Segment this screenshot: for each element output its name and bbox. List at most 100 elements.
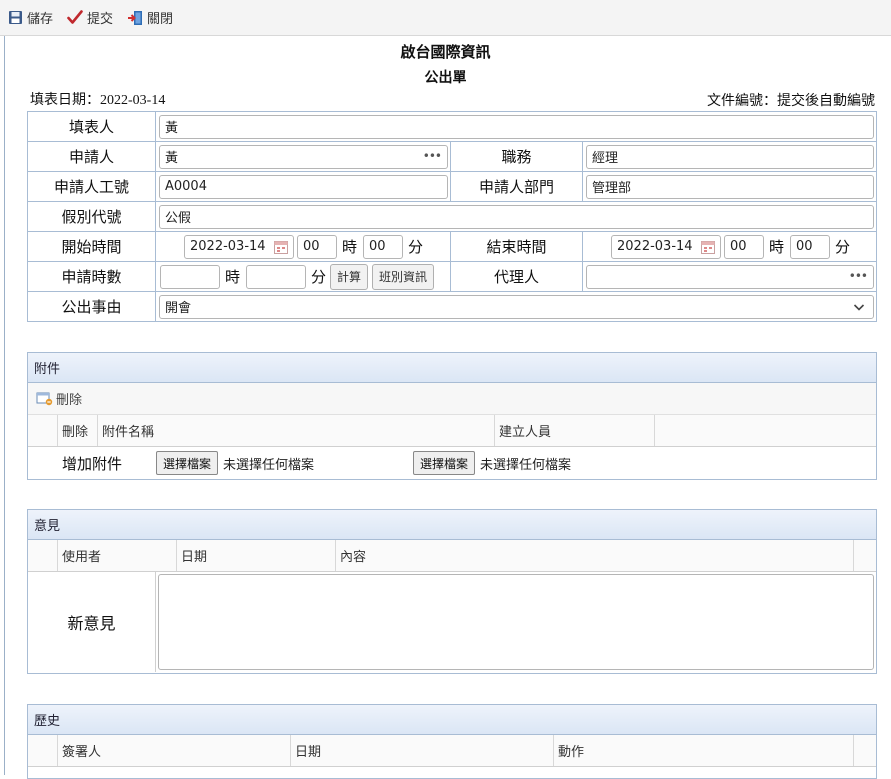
- add-attachment-label: 增加附件: [61, 454, 122, 473]
- column-header-filename: 附件名稱: [98, 415, 495, 446]
- save-button[interactable]: 儲存: [8, 8, 53, 27]
- row-selector-column: [28, 735, 58, 766]
- more-icon[interactable]: •••: [423, 149, 442, 163]
- minute-unit: 分: [408, 238, 424, 256]
- column-header-user: 使用者: [58, 540, 177, 571]
- calendar-icon[interactable]: [700, 239, 716, 255]
- chevron-down-icon: [853, 303, 865, 311]
- end-date-field[interactable]: 2022-03-14: [611, 234, 721, 259]
- reason-select[interactable]: 開會: [159, 294, 874, 319]
- position-label: 職務: [450, 141, 583, 172]
- delete-label: 刪除: [56, 393, 83, 408]
- filler-column: [854, 735, 876, 766]
- start-hour-field[interactable]: 00: [297, 234, 337, 259]
- dept-label: 申請人部門: [450, 171, 583, 202]
- new-opinion-label: 新意見: [28, 572, 156, 672]
- end-minute-value: 00: [796, 239, 813, 254]
- hour-unit: 時: [342, 238, 358, 256]
- end-hour-field[interactable]: 00: [724, 234, 764, 259]
- reason-label: 公出事由: [27, 291, 156, 322]
- column-header-creator: 建立人員: [495, 415, 655, 446]
- column-header-signer: 簽署人: [58, 735, 291, 766]
- minute-unit: 分: [835, 238, 851, 256]
- dept-field[interactable]: 管理部: [586, 174, 874, 199]
- column-header-action: 動作: [554, 735, 854, 766]
- calculate-button[interactable]: 計算: [330, 263, 369, 290]
- hours-label: 申請時數: [27, 261, 156, 292]
- opinions-grid-header: 使用者 日期 內容: [28, 540, 876, 572]
- delete-icon: [36, 392, 53, 406]
- filler-field[interactable]: 黃: [159, 114, 874, 139]
- start-date-field[interactable]: 2022-03-14: [184, 234, 294, 259]
- leave-code-label: 假別代號: [27, 201, 156, 232]
- emp-no-value: A0004: [165, 179, 207, 194]
- hour-unit: 時: [225, 268, 241, 286]
- applicant-field[interactable]: 黃 •••: [159, 144, 448, 169]
- close-button[interactable]: 關閉: [127, 8, 173, 27]
- attachments-title: 附件: [28, 353, 876, 383]
- leave-code-field[interactable]: 公假: [159, 204, 874, 229]
- start-hour-value: 00: [303, 239, 320, 254]
- exit-door-icon: [128, 10, 143, 25]
- column-header-date: 日期: [177, 540, 336, 571]
- row-selector-column: [28, 540, 58, 571]
- end-minute-field[interactable]: 00: [790, 234, 831, 259]
- history-grid-header: 簽署人 日期 動作: [28, 735, 876, 767]
- end-hour-value: 00: [730, 239, 747, 254]
- filler-label: 填表人: [27, 111, 156, 142]
- column-header-delete: 刪除: [58, 415, 98, 446]
- row-selector-column: [28, 415, 58, 446]
- filler-column: [655, 415, 876, 446]
- position-value: 經理: [592, 151, 619, 166]
- emp-no-label: 申請人工號: [27, 171, 156, 202]
- leave-code-value: 公假: [165, 211, 192, 226]
- filler-column: [854, 540, 876, 571]
- applicant-value: 黃: [165, 151, 179, 166]
- opinions-panel: 意見 使用者 日期 內容 新意見: [27, 509, 877, 674]
- choose-file-button[interactable]: 選擇檔案: [156, 451, 219, 475]
- form-title: 公出單: [424, 70, 467, 86]
- end-time-label: 結束時間: [450, 231, 583, 262]
- checkmark-icon: [67, 10, 83, 24]
- save-label: 儲存: [27, 12, 54, 27]
- agent-field[interactable]: •••: [586, 264, 874, 289]
- hour-unit: 時: [769, 238, 785, 256]
- left-divider: [4, 36, 5, 775]
- submit-button[interactable]: 提交: [67, 8, 113, 27]
- start-time-label: 開始時間: [27, 231, 156, 262]
- column-header-date: 日期: [291, 735, 554, 766]
- opinions-title: 意見: [28, 510, 876, 540]
- start-minute-value: 00: [369, 239, 386, 254]
- attachments-panel: 附件 刪除 刪除 附件名稱 建立人員 增加附件 選擇檔案 未選擇任何檔案 選擇檔…: [27, 352, 877, 480]
- new-opinion-textarea[interactable]: [158, 574, 874, 670]
- add-attachment-row: 增加附件 選擇檔案 未選擇任何檔案 選擇檔案 未選擇任何檔案: [28, 447, 876, 479]
- start-minute-field[interactable]: 00: [363, 234, 404, 259]
- fill-date: 填表日期：2022-03-14: [30, 93, 166, 108]
- history-title: 歷史: [28, 705, 876, 735]
- filler-value: 黃: [165, 121, 179, 136]
- leave-form-table: 填表人 黃 申請人 黃 ••• 職務 經理 申請人工號 A0004 申請人部門 …: [27, 111, 877, 322]
- position-field[interactable]: 經理: [586, 144, 874, 169]
- hours-field[interactable]: [160, 264, 220, 289]
- choose-file-button[interactable]: 選擇檔案: [413, 451, 476, 475]
- new-opinion-row: 新意見: [28, 572, 876, 672]
- history-panel: 歷史 簽署人 日期 動作: [27, 704, 877, 779]
- start-date-value: 2022-03-14: [190, 239, 266, 254]
- company-name: 啟台國際資訊: [400, 43, 491, 61]
- reason-value: 開會: [165, 301, 192, 316]
- no-file-text: 未選擇任何檔案: [223, 457, 315, 473]
- dept-value: 管理部: [592, 181, 632, 196]
- emp-no-field[interactable]: A0004: [159, 174, 448, 199]
- minutes-field[interactable]: [246, 264, 307, 289]
- delete-attachment-button[interactable]: 刪除: [36, 389, 82, 408]
- calendar-icon[interactable]: [273, 239, 289, 255]
- agent-label: 代理人: [450, 261, 583, 292]
- shift-info-button[interactable]: 班別資訊: [372, 263, 435, 290]
- toolbar: 儲存 提交 關閉: [0, 0, 891, 36]
- no-file-text: 未選擇任何檔案: [480, 457, 572, 473]
- minute-unit: 分: [311, 268, 327, 286]
- document-number: 文件編號：提交後自動編號: [707, 93, 875, 109]
- more-icon[interactable]: •••: [849, 269, 868, 283]
- end-date-value: 2022-03-14: [617, 239, 693, 254]
- save-icon: [9, 11, 22, 24]
